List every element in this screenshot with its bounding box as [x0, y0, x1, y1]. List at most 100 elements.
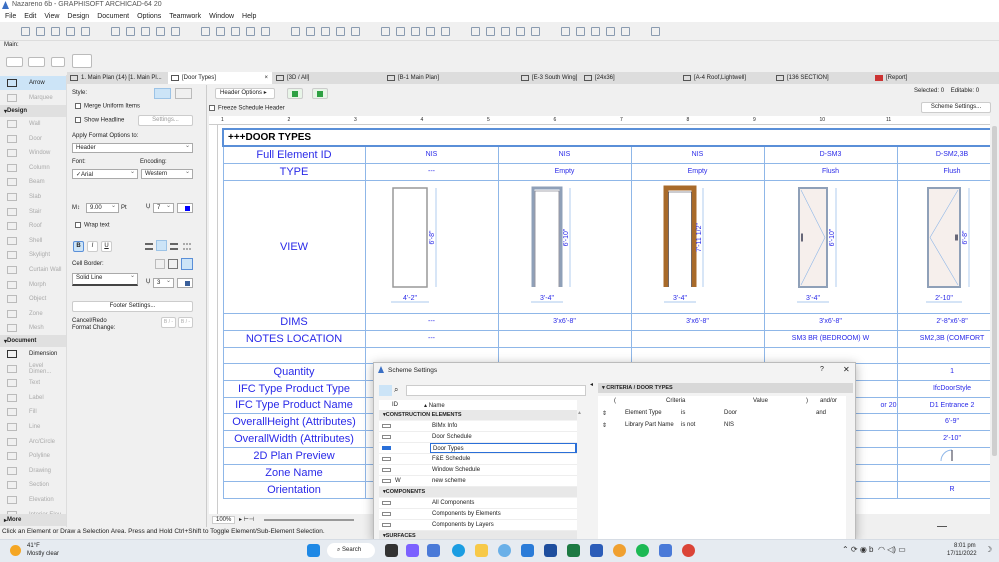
schedule-cell[interactable]: 6'-10" 3'-4"	[763, 179, 898, 314]
criteria-andor[interactable]: and	[816, 410, 826, 416]
toolbar-button-icon[interactable]	[351, 27, 360, 36]
bold-button[interactable]: B	[73, 241, 84, 252]
tool-marquee[interactable]: Marquee	[0, 91, 66, 105]
schedule-cell[interactable]: ---	[364, 329, 499, 348]
schedule-cell[interactable]: Empty	[497, 162, 632, 181]
tool-arrow[interactable]: Arrow	[0, 76, 66, 90]
vertical-scrollbar[interactable]	[990, 116, 999, 514]
schedule-cell[interactable]	[364, 346, 499, 364]
schedule-cell[interactable]	[896, 346, 990, 364]
tool-door[interactable]: Door	[0, 132, 66, 146]
tool-dimension[interactable]: Dimension	[0, 347, 66, 361]
tool-elevation[interactable]: Elevation	[0, 493, 66, 507]
tool-wall[interactable]: Wall	[0, 117, 66, 131]
align-center-button[interactable]	[156, 240, 167, 251]
chrome-icon[interactable]	[682, 544, 695, 557]
toolbar-button-icon[interactable]	[126, 27, 135, 36]
toolbar-button-icon[interactable]	[621, 27, 630, 36]
toolbar-button-icon[interactable]	[426, 27, 435, 36]
start-icon[interactable]	[307, 544, 320, 557]
schedule-cell[interactable]: D-SM2,3B	[896, 145, 990, 164]
pen-color-swatch[interactable]	[177, 203, 193, 213]
menu-help[interactable]: Help	[242, 13, 256, 20]
toolbar-button-icon[interactable]	[246, 27, 255, 36]
toolbar-button-icon[interactable]	[591, 27, 600, 36]
row-label[interactable]: Full Element ID	[222, 145, 366, 164]
schedule-cell[interactable]: 3'x6'-8"	[497, 312, 632, 331]
menu-teamwork[interactable]: Teamwork	[169, 13, 201, 20]
tool-roof[interactable]: Roof	[0, 219, 66, 233]
scheme-list-item[interactable]: Door Schedule	[379, 432, 577, 443]
toolbar-button-icon[interactable]	[576, 27, 585, 36]
criteria-value[interactable]: NIS	[724, 422, 734, 428]
schedule-cell[interactable]: NIS	[630, 145, 765, 164]
view-combo-button[interactable]	[28, 57, 45, 67]
toolbar-button-icon[interactable]	[51, 27, 60, 36]
schedule-cell[interactable]: D-SM3	[763, 145, 898, 164]
scheme-section-header[interactable]: ▾ CONSTRUCTION ELEMENTS	[379, 410, 577, 420]
border-all-button[interactable]	[181, 258, 193, 270]
toolbar-button-icon[interactable]	[486, 27, 495, 36]
tool-morph[interactable]: Morph	[0, 278, 66, 292]
row-label[interactable]: IFC Type Product Name	[222, 396, 366, 414]
schedule-title[interactable]: +++DOOR TYPES	[221, 128, 990, 147]
toolbar-button-icon[interactable]	[141, 27, 150, 36]
freeze-header-checkbox[interactable]: Freeze Schedule Header	[209, 105, 285, 112]
row-label[interactable]: IFC Type Product Type	[222, 379, 366, 398]
toolbar-button-icon[interactable]	[411, 27, 420, 36]
toolbar-button-icon[interactable]	[81, 27, 90, 36]
toolbar-button-icon[interactable]	[261, 27, 270, 36]
tab-1[interactable]: [Door Types] ×	[168, 72, 272, 84]
toolbar-button-icon[interactable]	[306, 27, 315, 36]
taskbar-search[interactable]: ⌕ Search	[327, 543, 375, 558]
teams-icon[interactable]	[406, 544, 419, 557]
notification-icon[interactable]: ☽	[985, 545, 992, 554]
toolbar-button-icon[interactable]	[111, 27, 120, 36]
weather-icon[interactable]	[10, 545, 21, 556]
schedule-cell[interactable]	[896, 446, 990, 465]
merge-cells-button[interactable]	[312, 88, 328, 99]
schedule-cell[interactable]: 6'-8" 4'-2"	[364, 179, 499, 314]
menu-options[interactable]: Options	[137, 13, 161, 20]
schedule-cell[interactable]	[763, 346, 898, 364]
tab-0[interactable]: 1. Main Plan (14) [1. Main Pl...	[67, 72, 167, 84]
toolbar-button-icon[interactable]	[651, 27, 660, 36]
tool-curtain-wall[interactable]: Curtain Wall	[0, 263, 66, 277]
tool-stair[interactable]: Stair	[0, 205, 66, 219]
tool-drawing[interactable]: Drawing	[0, 464, 66, 478]
schedule-cell[interactable]: SM2,3B (COMFORT	[896, 329, 990, 348]
toolbar-button-icon[interactable]	[336, 27, 345, 36]
toolbar-button-icon[interactable]	[321, 27, 330, 36]
align-right-button[interactable]	[170, 243, 178, 250]
row-label[interactable]	[222, 346, 366, 364]
toolbar-button-icon[interactable]	[501, 27, 510, 36]
schedule-cell[interactable]: 2'-8"x6'-8"	[896, 312, 990, 331]
row-label[interactable]: TYPE	[222, 162, 366, 181]
border-pen-input[interactable]: 3	[153, 277, 174, 288]
rotate-button[interactable]	[51, 57, 65, 67]
drag-handle-icon[interactable]: ⇕	[602, 422, 607, 429]
document-group-header[interactable]: ▾ Document	[0, 335, 66, 347]
list-view-icon[interactable]	[379, 385, 392, 396]
wrap-text-checkbox[interactable]: Wrap text	[75, 222, 110, 229]
schedule-cell[interactable]: 7'-11 1/2" 3'-4"	[630, 179, 765, 314]
menu-document[interactable]: Document	[97, 13, 129, 20]
system-tray-icons[interactable]: ⌃ ⟳ ◉ b ◠ ◁) ▭	[842, 545, 906, 554]
border-none-button[interactable]	[155, 259, 165, 269]
tool-polyline[interactable]: Polyline	[0, 449, 66, 463]
merge-uniform-checkbox[interactable]: Merge Uniform Items	[75, 103, 140, 110]
border-outer-button[interactable]	[168, 259, 178, 269]
toolbar-button-icon[interactable]	[156, 27, 165, 36]
headline-settings-button[interactable]: Settings...	[138, 115, 193, 126]
tool-slab[interactable]: Slab	[0, 190, 66, 204]
collapse-panel-icon[interactable]: ◂	[590, 381, 593, 388]
tab-4[interactable]: [E-3 South Wing]	[518, 72, 578, 84]
row-label[interactable]: Zone Name	[222, 463, 366, 482]
scheme-list-item[interactable]: Components by Elements	[379, 509, 577, 520]
header-options-button[interactable]: Header Options ▸	[215, 88, 275, 99]
tool-shell[interactable]: Shell	[0, 234, 66, 248]
tool-text[interactable]: Text	[0, 376, 66, 390]
align-justify-button[interactable]	[183, 243, 191, 250]
fit-cells-button[interactable]	[287, 88, 303, 99]
row-label[interactable]: OverallHeight (Attributes)	[222, 412, 366, 431]
